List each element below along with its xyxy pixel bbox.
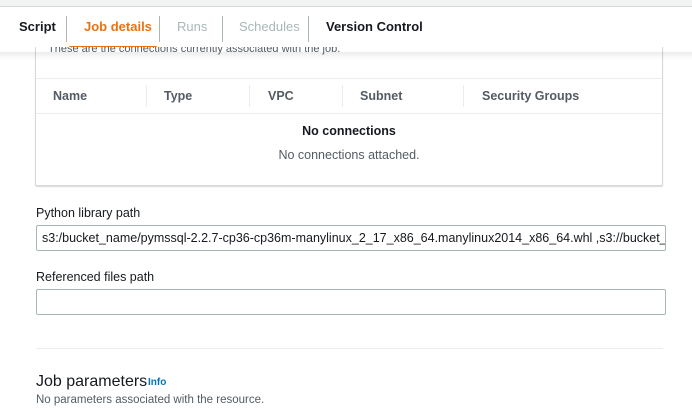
column-divider <box>463 85 464 107</box>
section-divider <box>36 348 663 349</box>
tab-bar-shadow <box>0 52 692 60</box>
referenced-files-path-label: Referenced files path <box>36 270 155 284</box>
tab-script[interactable]: Script <box>19 19 56 34</box>
column-divider <box>249 85 250 107</box>
job-parameters-heading: Job parameters <box>36 373 148 390</box>
python-library-path-label: Python library path <box>36 206 141 220</box>
column-header-subnet[interactable]: Subnet <box>360 89 402 103</box>
job-parameters-info-link[interactable]: Info <box>148 377 166 388</box>
column-divider <box>146 85 147 107</box>
tab-divider <box>222 16 223 42</box>
column-header-type[interactable]: Type <box>164 89 192 103</box>
tab-divider <box>159 16 160 42</box>
job-details-panel: These are the connections currently asso… <box>18 47 692 414</box>
column-header-vpc[interactable]: VPC <box>268 89 294 103</box>
column-divider <box>342 85 343 107</box>
job-parameters-description: No parameters associated with the resour… <box>36 394 265 406</box>
table-divider <box>36 78 662 79</box>
tab-divider <box>66 16 67 42</box>
tab-runs[interactable]: Runs <box>177 19 207 34</box>
empty-state-title: No connections <box>302 124 396 138</box>
table-divider <box>36 113 662 114</box>
column-header-name[interactable]: Name <box>53 89 87 103</box>
column-header-security-groups[interactable]: Security Groups <box>482 89 579 103</box>
top-edge <box>0 0 692 7</box>
referenced-files-path-input[interactable] <box>36 289 666 315</box>
connections-table: These are the connections currently asso… <box>35 47 663 186</box>
tab-version-control[interactable]: Version Control <box>326 19 423 34</box>
tab-schedules[interactable]: Schedules <box>239 19 300 34</box>
tab-job-details[interactable]: Job details <box>84 19 152 34</box>
empty-state-message: No connections attached. <box>278 148 420 162</box>
tab-divider <box>308 16 309 42</box>
python-library-path-input[interactable] <box>36 225 666 251</box>
